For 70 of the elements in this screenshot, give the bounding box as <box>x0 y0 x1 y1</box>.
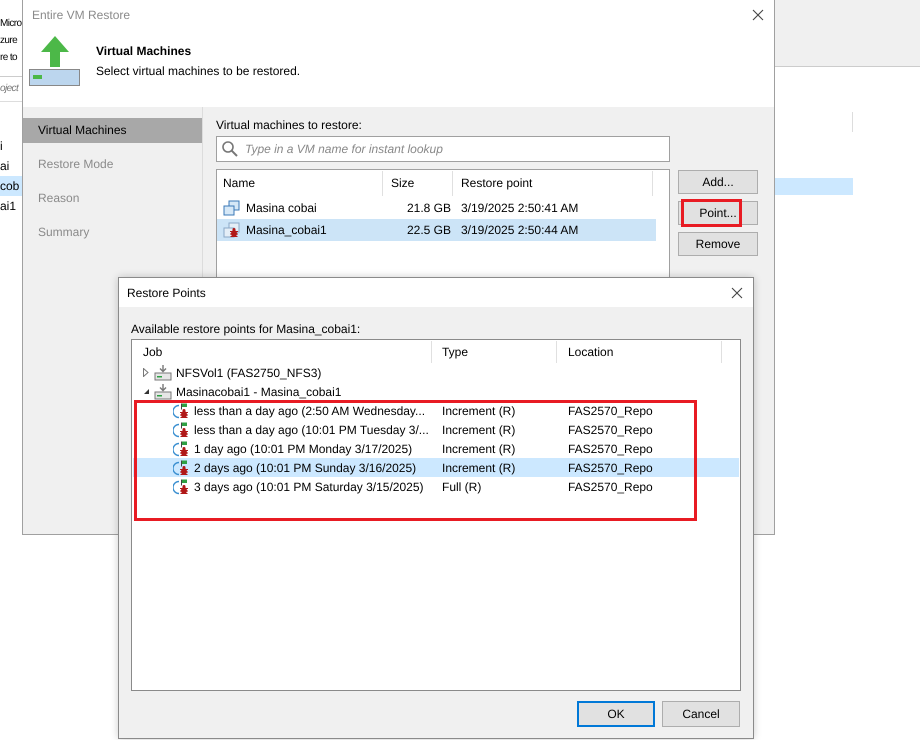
column-header[interactable]: Restore point <box>453 171 653 196</box>
tree-cell-text: Increment (R) <box>441 404 516 418</box>
close-icon[interactable] <box>731 286 743 298</box>
column-header[interactable]: Location <box>557 341 722 363</box>
table-cell: Masina_cobai1 <box>246 223 327 237</box>
list-item[interactable]: i <box>0 136 22 156</box>
ribbon-label: Micro <box>0 17 22 31</box>
table-cell-text: 21.8 GB <box>406 201 452 215</box>
dialog-button[interactable]: Cancel <box>662 701 740 727</box>
restore-point-row[interactable]: 2 days ago (10:01 PM Sunday 3/16/2025) Increment (R) FAS2570_Repo <box>133 458 739 477</box>
backup-job-icon <box>154 364 172 381</box>
tree-cell-text: FAS2570_Repo <box>567 442 654 456</box>
tree-cell-text: FAS2570_Repo <box>567 422 654 436</box>
vm-icon <box>223 200 240 216</box>
search-field[interactable]: Type in a VM name for instant lookup <box>216 136 670 162</box>
action-button[interactable]: Remove <box>678 232 758 256</box>
restore-wizard-icon <box>29 36 81 86</box>
restore-point-icon <box>173 440 191 456</box>
search-icon <box>221 140 239 158</box>
table-cell-text: 3/19/2025 2:50:41 AM <box>460 201 580 215</box>
close-icon[interactable] <box>752 9 764 21</box>
restore-point-row[interactable]: 1 day ago (10:01 PM Monday 3/17/2025) Increment (R) FAS2570_Repo <box>133 439 739 458</box>
tree-cell: 3 days ago (10:01 PM Saturday 3/15/2025) <box>194 480 424 494</box>
table-cell-text: 3/19/2025 2:50:44 AM <box>460 223 580 237</box>
restore-point-row[interactable]: 3 days ago (10:01 PM Saturday 3/15/2025) Full (R) FAS2570_Repo <box>133 477 739 496</box>
page-title: Virtual Machines <box>96 44 192 58</box>
list-item[interactable]: cob <box>0 176 22 196</box>
tree-cell: 1 day ago (10:01 PM Monday 3/17/2025) <box>194 442 412 456</box>
restore-point-icon <box>173 478 191 494</box>
list-label: Available restore points for Masina_cobai1: <box>131 321 362 338</box>
tree-cell-text: FAS2570_Repo <box>567 460 654 474</box>
table-cell: Masina cobai <box>246 201 317 215</box>
restore-point-icon <box>173 422 191 438</box>
backup-job-icon <box>154 383 172 400</box>
tree-cell-text: Increment (R) <box>441 442 516 456</box>
column-header[interactable]: Type <box>432 341 557 363</box>
ribbon-label: re to <box>0 51 18 65</box>
table-cell-text: 22.5 GB <box>406 223 452 237</box>
restore-point-row[interactable]: less than a day ago (10:01 PM Tuesday 3/... Increment (R) FAS2570_Repo <box>133 420 739 439</box>
list-item[interactable]: ai1 <box>0 196 22 216</box>
tree-cell-text: Increment (R) <box>441 422 516 436</box>
expand-arrow-icon[interactable] <box>143 368 149 377</box>
infected-vm-icon <box>223 222 240 238</box>
page-subtitle: Select virtual machines to be restored. <box>96 64 300 78</box>
tree-cell-text: FAS2570_Repo <box>567 404 654 418</box>
column-header[interactable]: Name <box>217 171 383 196</box>
tree-cell-text: Increment (R) <box>441 460 516 474</box>
tree-cell-text: Full (R) <box>441 480 482 494</box>
restore-point-icon <box>173 460 191 476</box>
wizard-step[interactable]: Virtual Machines <box>23 118 202 143</box>
vm-row[interactable]: Masina cobai 21.8 GB 3/19/2025 2:50:41 AM <box>217 197 656 219</box>
list-label: Virtual machines to restore: <box>216 117 363 134</box>
column-header[interactable]: Job <box>133 341 432 363</box>
tree-cell: less than a day ago (2:50 AM Wednesday... <box>194 404 426 418</box>
tree-cell: less than a day ago (10:01 PM Tuesday 3/... <box>194 422 429 436</box>
action-button[interactable]: Add... <box>678 170 758 194</box>
list-item[interactable]: ai <box>0 156 22 176</box>
column-header[interactable]: Size <box>383 171 453 196</box>
search-placeholder: Type in a VM name for instant lookup <box>245 142 443 156</box>
restore-point-icon <box>173 402 191 418</box>
window-title: Restore Points <box>127 286 206 300</box>
collapse-arrow-icon[interactable] <box>142 388 150 395</box>
ribbon-label: zure <box>0 34 18 48</box>
tree-cell: 2 days ago (10:01 PM Sunday 3/16/2025) <box>194 460 416 474</box>
job-name[interactable]: NFSVol1 (FAS2750_NFS3) <box>176 366 322 380</box>
dialog-button[interactable]: OK <box>577 701 655 727</box>
window-title: Entire VM Restore <box>32 8 130 22</box>
vm-row[interactable]: Masina_cobai1 22.5 GB 3/19/2025 2:50:44 AM <box>217 219 656 241</box>
tree-cell-text: FAS2570_Repo <box>567 480 654 494</box>
job-name[interactable]: Masinacobai1 - Masina_cobai1 <box>176 384 342 398</box>
